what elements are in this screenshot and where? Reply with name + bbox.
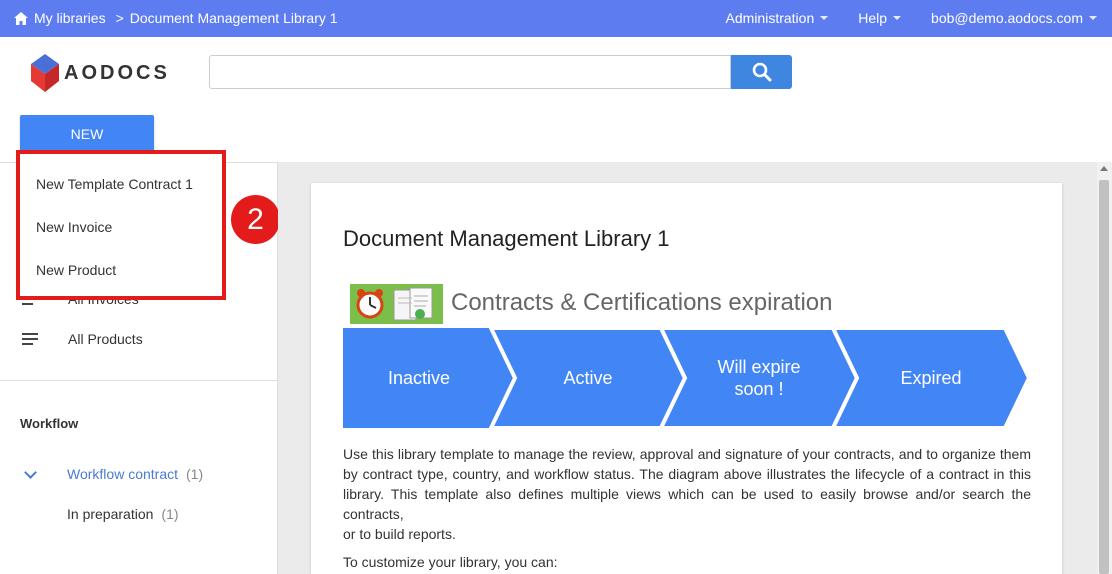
in-preparation-label: In preparation xyxy=(67,506,154,522)
administration-label: Administration xyxy=(725,10,815,26)
administration-menu[interactable]: Administration xyxy=(726,10,829,26)
scroll-up-arrow-icon[interactable] xyxy=(1100,166,1108,171)
chevron-down-icon[interactable] xyxy=(24,465,37,479)
user-email: bob@demo.aodocs.com xyxy=(931,10,1083,26)
stage-active-label: Active xyxy=(563,368,612,388)
chevron-down-icon xyxy=(820,16,829,20)
chevron-down-icon xyxy=(1089,16,1097,20)
breadcrumb-separator: > xyxy=(115,10,124,26)
workflow-contract-label: Workflow contract xyxy=(67,466,178,482)
library-title: Document Management Library 1 xyxy=(343,226,670,251)
description-text: Use this library template to manage the … xyxy=(343,446,1031,522)
alarm-clock-icon xyxy=(356,287,433,321)
workflow-contract-count: (1) xyxy=(186,466,204,482)
stage-inactive-label: Inactive xyxy=(388,368,450,388)
menu-item-new-product[interactable]: New Product xyxy=(36,262,116,278)
library-name[interactable]: Document Management Library 1 xyxy=(130,10,338,26)
logo-icon xyxy=(31,54,59,92)
chevron-down-icon xyxy=(893,16,902,20)
top-nav: Administration Help bob@demo.aodocs.com xyxy=(726,10,1112,26)
in-preparation-item[interactable]: In preparation (1) xyxy=(67,506,179,522)
contracts-illustration xyxy=(350,284,443,324)
stage-will-expire-label-line1: Will expire xyxy=(717,357,800,377)
sidebar-section-divider xyxy=(0,380,278,381)
search-input[interactable] xyxy=(209,55,731,89)
step-badge: 2 xyxy=(231,195,280,244)
user-menu[interactable]: bob@demo.aodocs.com xyxy=(931,10,1097,26)
top-bar: My libraries > Document Management Libra… xyxy=(0,0,1112,37)
stage-will-expire-label-line2: soon ! xyxy=(734,379,783,399)
search-icon xyxy=(752,62,771,82)
customize-text: To customize your library, you can: xyxy=(343,554,558,570)
new-dropdown-menu: New Template Contract 1 New Invoice New … xyxy=(16,150,226,300)
list-icon xyxy=(22,333,38,345)
logo-text: AODOCS xyxy=(64,61,170,84)
library-description-card: Document Management Library 1 Contracts … xyxy=(311,183,1062,574)
sidebar-item-label: All Products xyxy=(68,331,143,347)
home-icon[interactable] xyxy=(14,11,28,25)
menu-item-new-invoice[interactable]: New Invoice xyxy=(36,219,112,235)
description-tail: or to build reports. xyxy=(343,526,456,542)
sidebar-item-all-products[interactable]: All Products xyxy=(22,331,143,347)
aodocs-logo[interactable]: AODOCS xyxy=(30,54,170,92)
new-button[interactable]: NEW xyxy=(20,115,154,152)
help-label: Help xyxy=(858,10,888,26)
scrollbar-thumb[interactable] xyxy=(1099,180,1109,574)
workflow-section-title: Workflow xyxy=(20,416,79,431)
stage-expired-label: Expired xyxy=(900,368,961,388)
workflow-contract-item[interactable]: Workflow contract (1) xyxy=(24,465,204,482)
in-preparation-count: (1) xyxy=(161,506,179,522)
library-description: Use this library template to manage the … xyxy=(343,444,1031,544)
lifecycle-diagram: Inactive Active Will expire soon ! Expir… xyxy=(343,328,1029,428)
menu-item-new-template-contract[interactable]: New Template Contract 1 xyxy=(36,176,193,192)
banner-title: Contracts & Certifications expiration xyxy=(451,289,833,316)
search-button[interactable] xyxy=(731,55,792,89)
my-libraries-link[interactable]: My libraries xyxy=(34,10,106,26)
stage-will-expire-shape xyxy=(658,328,860,428)
breadcrumb: My libraries > Document Management Libra… xyxy=(14,10,338,26)
help-menu[interactable]: Help xyxy=(858,10,902,26)
